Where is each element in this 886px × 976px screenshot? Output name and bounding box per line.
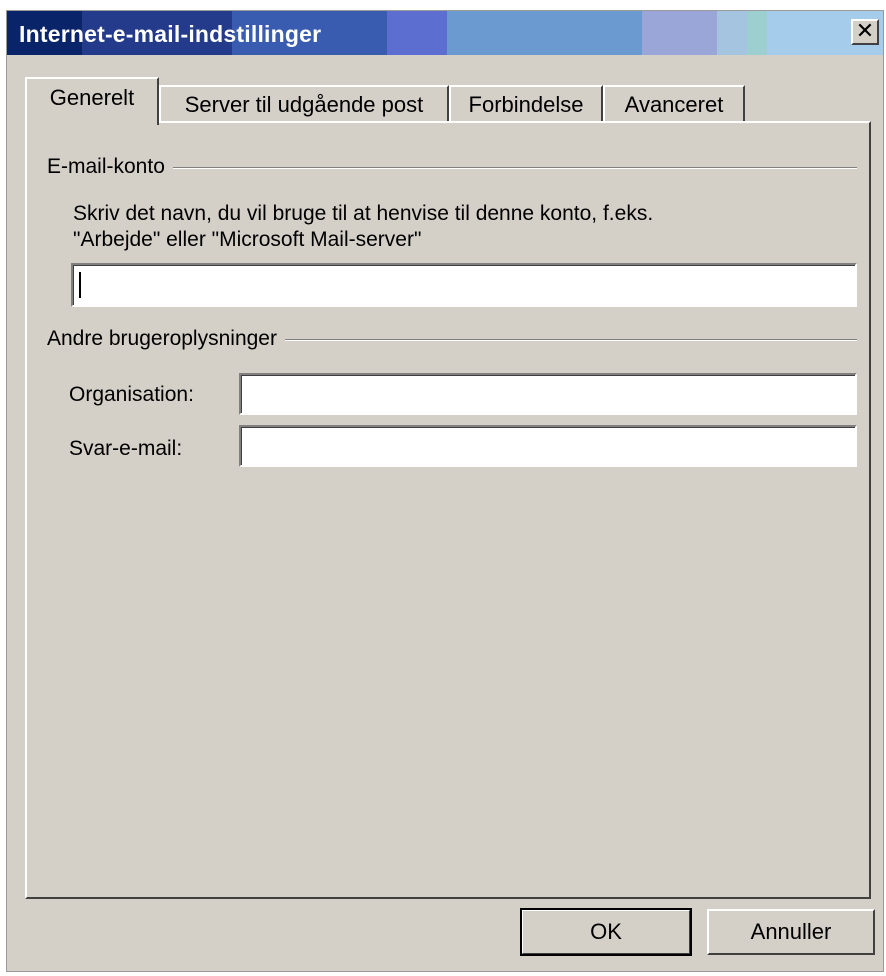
tab-panel-generelt: E-mail-konto Skriv det navn, du vil brug…	[25, 121, 871, 899]
ok-button[interactable]: OK	[520, 908, 692, 956]
tab-label: Avanceret	[624, 92, 724, 117]
email-account-group-label: E-mail-konto	[47, 155, 173, 179]
text-caret	[79, 272, 81, 298]
close-button[interactable]: ✕	[851, 19, 879, 45]
account-name-input[interactable]	[71, 263, 857, 307]
tab-label: Server til udgående post	[184, 92, 424, 117]
organisation-label: Organisation:	[69, 383, 194, 406]
reply-email-label: Svar-e-mail:	[69, 437, 183, 460]
reply-email-input[interactable]	[239, 425, 857, 467]
close-icon: ✕	[855, 19, 875, 44]
window-title: Internet-e-mail-indstillinger	[19, 21, 322, 47]
description-line-2: "Arbejde" eller "Microsoft Mail-server"	[73, 228, 422, 251]
tab-avanceret[interactable]: Avanceret	[603, 85, 745, 123]
organisation-input[interactable]	[239, 373, 857, 415]
title-bar[interactable]: Internet-e-mail-indstillinger ✕	[7, 11, 883, 55]
description-line-1: Skriv det navn, du vil bruge til at henv…	[73, 202, 654, 225]
account-description: Skriv det navn, du vil bruge til at henv…	[73, 201, 653, 253]
cancel-button[interactable]: Annuller	[707, 909, 875, 955]
tab-label: Forbindelse	[468, 92, 584, 117]
tab-label: Generelt	[49, 85, 135, 110]
user-info-group-label: Andre brugeroplysninger	[47, 327, 285, 351]
tab-forbindelse[interactable]: Forbindelse	[449, 85, 603, 123]
dialog-window: Internet-e-mail-indstillinger ✕ Generelt…	[6, 10, 884, 972]
tab-generelt[interactable]: Generelt	[25, 77, 159, 125]
tab-server-udgaaende-post[interactable]: Server til udgående post	[159, 85, 449, 123]
